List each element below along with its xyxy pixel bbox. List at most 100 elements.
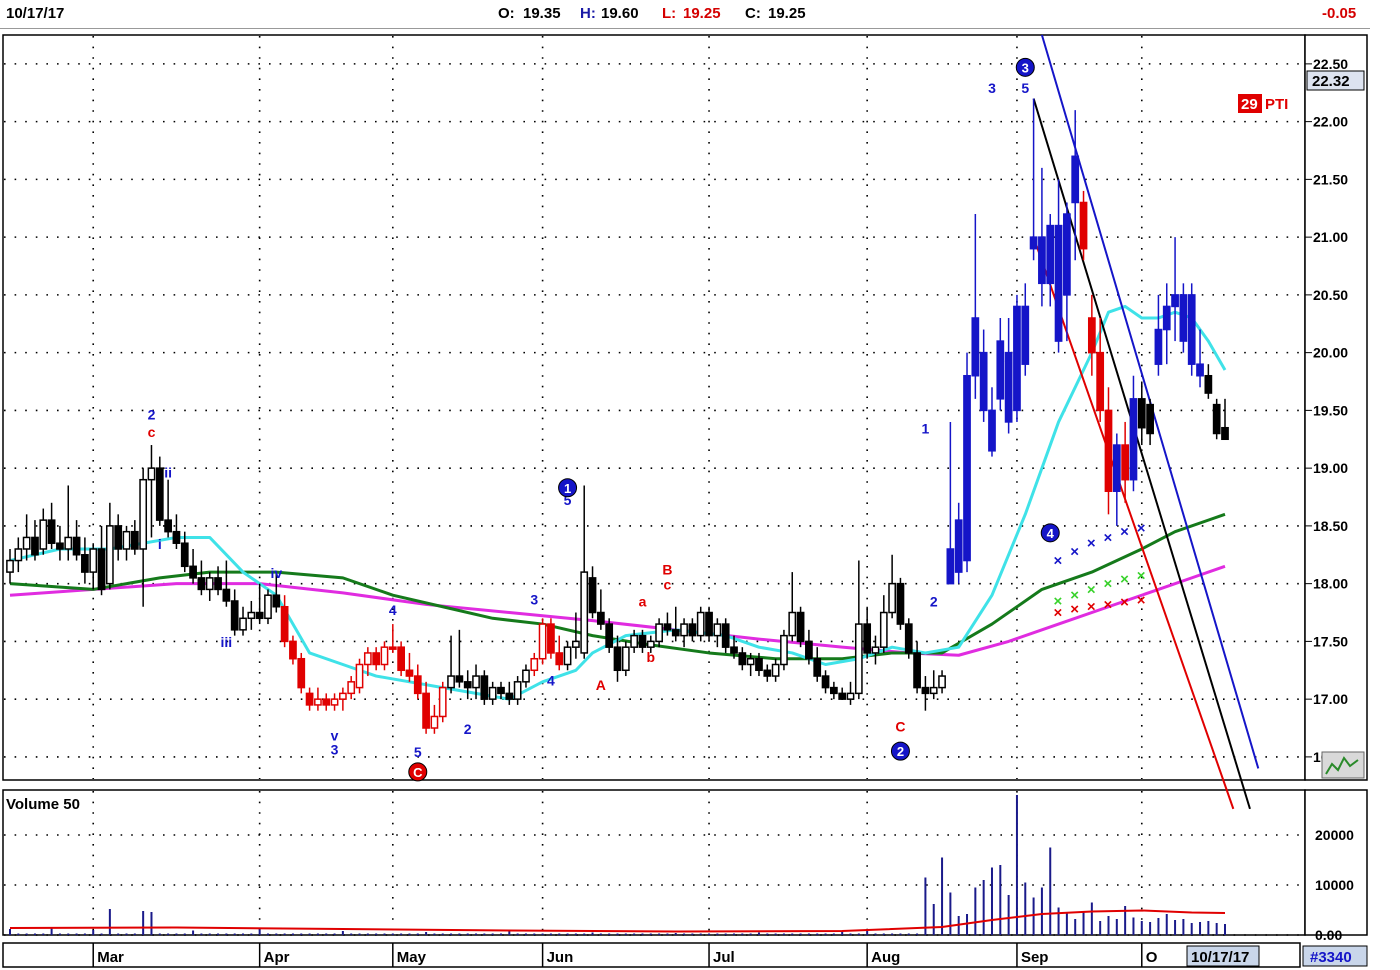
wave-label: i <box>158 536 162 552</box>
candle-body <box>771 663 780 677</box>
candle-body <box>380 646 389 666</box>
candle-body <box>871 646 880 654</box>
candle-body <box>155 467 164 521</box>
candle-body <box>663 623 672 631</box>
candle-body <box>480 675 489 700</box>
candle-body <box>1046 224 1055 285</box>
candle-body <box>605 623 614 648</box>
candle-body <box>829 686 838 695</box>
candle-body <box>1021 305 1030 365</box>
month-label: Mar <box>97 949 124 966</box>
y-tick-label: 21.50 <box>1313 171 1348 187</box>
candle-body <box>130 530 139 550</box>
candle-body <box>896 582 905 625</box>
candle-body <box>888 582 896 614</box>
candle-body <box>239 617 247 631</box>
candle-body <box>1121 444 1130 481</box>
candle-body <box>813 657 822 677</box>
candle-body <box>796 611 805 643</box>
wave-label: B <box>662 561 672 577</box>
candle-body <box>81 554 89 573</box>
candle-body <box>1162 305 1171 331</box>
candle-body <box>1104 409 1113 492</box>
y-tick-label: 18.50 <box>1313 518 1348 534</box>
candle-body <box>39 519 48 550</box>
candle-body <box>122 530 131 550</box>
wave-label: 4 <box>389 602 397 618</box>
cross-marker: × <box>1054 605 1063 622</box>
candle-body <box>572 640 580 648</box>
candle-body <box>255 611 264 620</box>
candle-body <box>447 675 455 689</box>
candle-body <box>996 340 1005 400</box>
wave-label: 3 <box>988 80 996 96</box>
candle-body <box>56 542 64 550</box>
candle-body <box>1187 294 1196 365</box>
candle-body <box>963 374 971 562</box>
candle-body <box>488 686 497 700</box>
candle-body <box>505 692 514 700</box>
cross-marker: × <box>1054 553 1063 570</box>
candle-body <box>1129 398 1138 481</box>
wave-label: C <box>895 718 905 734</box>
candle-body <box>1196 363 1204 377</box>
cross-marker: × <box>1137 592 1146 609</box>
volume-axis-frame <box>1304 789 1368 936</box>
candle-body <box>738 652 747 666</box>
candle-body <box>472 675 480 689</box>
candle-body <box>1212 403 1221 435</box>
candle-body <box>388 646 397 650</box>
candle-body <box>89 548 98 573</box>
candle-body <box>214 577 222 591</box>
current-date: 10/17/17 <box>1191 949 1249 966</box>
candle-body <box>47 519 56 544</box>
candle-body <box>954 519 963 573</box>
y-tick-label: 19.00 <box>1313 460 1348 476</box>
candle-body <box>979 351 988 412</box>
candle-body <box>946 548 955 585</box>
candle-body <box>413 675 422 695</box>
candle-body <box>721 623 730 648</box>
candle-body <box>14 548 23 562</box>
candle-body <box>780 634 788 666</box>
candle-body <box>563 646 572 666</box>
chart-tool-icon[interactable] <box>1321 751 1365 779</box>
candle-body <box>330 698 339 706</box>
candle-body <box>347 681 356 695</box>
candle-body <box>222 588 231 602</box>
cross-marker: × <box>1070 601 1079 618</box>
candle-body <box>397 646 406 672</box>
wave-label: ii <box>164 464 172 480</box>
candle-body <box>621 646 630 672</box>
candle-body <box>314 698 322 706</box>
month-label: Sep <box>1021 949 1049 966</box>
candle-body <box>1204 374 1213 394</box>
wave-label: 4 <box>547 672 555 688</box>
candle-body <box>746 657 755 666</box>
candle-body <box>422 692 430 729</box>
candle-body <box>646 640 655 648</box>
candle-body <box>613 646 622 672</box>
wave-label: A <box>596 677 606 693</box>
wave-circle-label: 1 <box>564 481 571 496</box>
y-tick-label: 20.00 <box>1313 345 1348 361</box>
stock-chart[interactable]: 22.5022.0021.5021.0020.5020.0019.5019.00… <box>0 0 1400 970</box>
candle-body <box>913 652 921 689</box>
candle-body <box>463 681 472 689</box>
time-axis-frame <box>2 942 1301 968</box>
candle-body <box>630 634 639 648</box>
wave-label: iii <box>221 634 233 650</box>
candle-body <box>1171 294 1179 308</box>
wave-label: iv <box>270 565 282 581</box>
candle-body <box>921 686 930 695</box>
candle-body <box>821 675 830 689</box>
candle-body <box>139 478 148 550</box>
y-tick-label: 22.50 <box>1313 56 1348 72</box>
candle-body <box>22 536 31 550</box>
cross-marker: × <box>1120 524 1129 541</box>
candle-body <box>297 657 306 689</box>
candle-body <box>755 657 763 672</box>
vol-tick-label: 10000 <box>1315 877 1354 893</box>
candle-body <box>988 409 996 452</box>
candle-body <box>31 536 39 556</box>
